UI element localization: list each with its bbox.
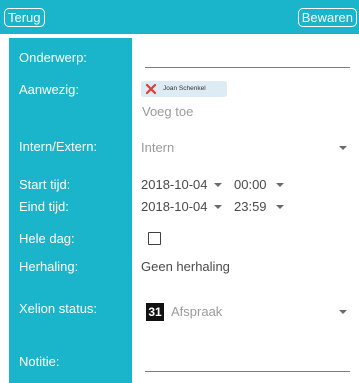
all-day-label: Hele dag: <box>19 231 75 246</box>
note-underline <box>145 371 350 372</box>
close-icon[interactable] <box>145 83 157 95</box>
attendee-chip[interactable]: Joan Schenkel <box>141 81 227 97</box>
end-time-label: Eind tijd: <box>19 199 69 214</box>
attendees-label: Aanwezig: <box>19 82 79 97</box>
attendee-chip-label: Joan Schenkel <box>163 85 206 92</box>
note-label: Notitie: <box>19 354 60 369</box>
note-input[interactable] <box>145 352 350 370</box>
xelion-status-select[interactable]: Afspraak <box>171 304 222 320</box>
add-attendee-input[interactable]: Voeg toe <box>142 104 193 120</box>
calendar-icon: 31 <box>146 303 164 321</box>
start-date-select[interactable]: 2018-10-04 <box>141 177 208 193</box>
chevron-down-icon[interactable] <box>339 310 347 314</box>
intern-extern-select[interactable]: Intern <box>141 140 174 156</box>
chevron-down-icon[interactable] <box>276 183 284 187</box>
chevron-down-icon[interactable] <box>214 183 222 187</box>
save-button[interactable]: Bewaren <box>297 8 357 27</box>
repeat-label: Herhaling: <box>19 259 79 274</box>
intern-extern-label: Intern/Extern: <box>19 139 98 154</box>
all-day-checkbox[interactable] <box>148 232 161 245</box>
chevron-down-icon[interactable] <box>276 205 284 209</box>
end-date-select[interactable]: 2018-10-04 <box>141 199 208 215</box>
subject-input[interactable] <box>145 48 350 66</box>
start-time-label: Start tijd: <box>19 177 71 192</box>
xelion-status-label: Xelion status: <box>19 301 98 316</box>
chevron-down-icon[interactable] <box>339 146 347 150</box>
top-bar: Terug Bewaren <box>0 0 359 34</box>
back-button[interactable]: Terug <box>4 8 45 27</box>
subject-label: Onderwerp: <box>19 50 87 65</box>
end-time-select[interactable]: 23:59 <box>234 199 267 215</box>
label-column: Onderwerp: Aanwezig: Intern/Extern: Star… <box>9 38 132 383</box>
chevron-down-icon[interactable] <box>214 205 222 209</box>
repeat-select[interactable]: Geen herhaling <box>141 259 230 275</box>
subject-underline <box>145 67 350 68</box>
start-time-select[interactable]: 00:00 <box>234 177 267 193</box>
